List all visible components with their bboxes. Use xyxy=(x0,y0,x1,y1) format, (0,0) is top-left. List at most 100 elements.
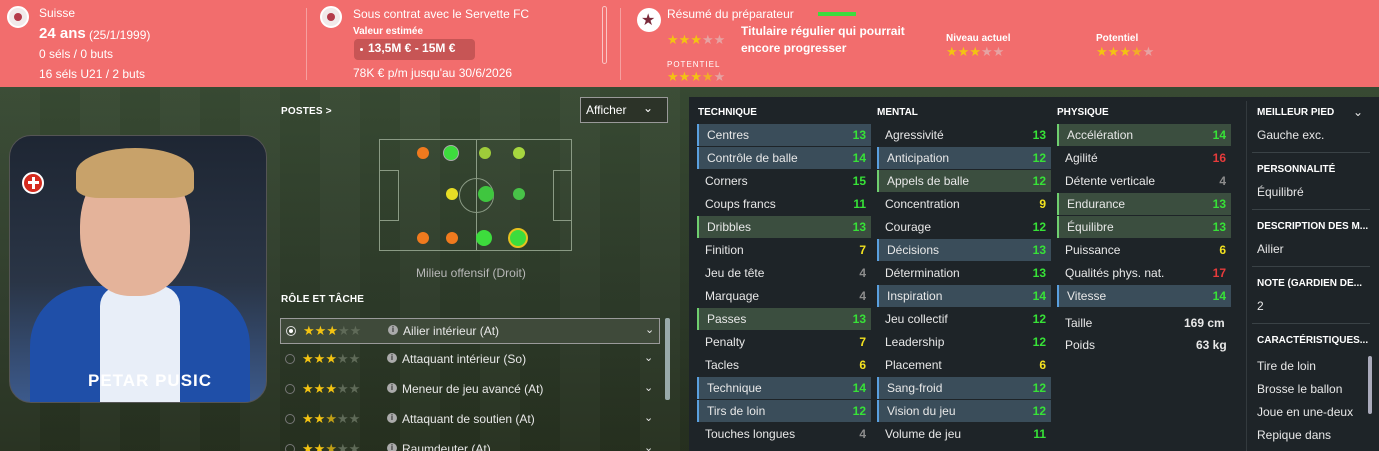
attribute-value: 4 xyxy=(859,427,866,441)
attribute-row[interactable]: Penalty 7 xyxy=(697,331,871,353)
info-icon[interactable]: i xyxy=(387,443,397,451)
chevron-down-icon[interactable]: ⌄ xyxy=(644,441,653,451)
club-crest-icon[interactable] xyxy=(320,6,342,28)
attribute-row[interactable]: Jeu collectif 12 xyxy=(877,308,1051,330)
selected-position-dot[interactable] xyxy=(508,228,528,248)
attribute-row[interactable]: Tirs de loin 12 xyxy=(697,400,871,422)
role-name: Attaquant intérieur (So) xyxy=(402,352,527,366)
position-dot[interactable] xyxy=(476,230,492,246)
radio-icon[interactable] xyxy=(285,414,295,424)
position-dot[interactable] xyxy=(513,147,525,159)
radio-icon[interactable] xyxy=(286,326,296,336)
chevron-down-icon[interactable]: ⌄ xyxy=(645,323,654,336)
role-item[interactable]: ★★★★★ i Meneur de jeu avancé (At) ⌄ xyxy=(280,377,660,403)
attribute-value: 12 xyxy=(1032,335,1046,349)
attribute-name: Anticipation xyxy=(887,151,950,165)
attribute-value: 6 xyxy=(1219,243,1226,257)
role-item[interactable]: ★★★★★ i Attaquant de soutien (At) ⌄ xyxy=(280,407,660,433)
attribute-row[interactable]: Technique 14 xyxy=(697,377,871,399)
info-icon[interactable]: i xyxy=(387,353,397,363)
attribute-name: Accélération xyxy=(1067,128,1134,142)
player-hair xyxy=(76,148,194,198)
display-dropdown[interactable]: Afficher ⌄ xyxy=(580,97,668,123)
attribute-row[interactable]: Concentration 9 xyxy=(877,193,1051,215)
star-empty-icon: ★ xyxy=(1142,44,1155,59)
radio-icon[interactable] xyxy=(285,384,295,394)
attribute-row[interactable]: Tacles 6 xyxy=(697,354,871,376)
attribute-value: 13 xyxy=(1032,266,1046,280)
attribute-row[interactable]: Finition 7 xyxy=(697,239,871,261)
role-item[interactable]: ★★★★★ i Ailier intérieur (At) ⌄ xyxy=(280,318,660,344)
attribute-row[interactable]: Leadership 12 xyxy=(877,331,1051,353)
attribute-row[interactable]: Appels de balle 12 xyxy=(877,170,1051,192)
info-separator xyxy=(1252,152,1370,153)
chevron-down-icon[interactable]: ⌄ xyxy=(644,381,653,394)
attribute-row[interactable]: Sang-froid 12 xyxy=(877,377,1051,399)
attribute-row[interactable]: Accélération 14 xyxy=(1057,124,1231,146)
info-icon[interactable]: i xyxy=(388,325,398,335)
header-scrollbar[interactable] xyxy=(602,6,607,64)
attribute-name: Jeu collectif xyxy=(885,312,948,326)
role-item[interactable]: ★★★★★ i Raumdeuter (At) ⌄ xyxy=(280,437,660,451)
attribute-row[interactable]: Volume de jeu 11 xyxy=(877,423,1051,445)
attribute-row[interactable]: Centres 13 xyxy=(697,124,871,146)
attribute-row[interactable]: Inspiration 14 xyxy=(877,285,1051,307)
attribute-row[interactable]: Dribbles 13 xyxy=(697,216,871,238)
attribute-row[interactable]: Marquage 4 xyxy=(697,285,871,307)
star-half-icon: ★ xyxy=(701,69,714,84)
attribute-row[interactable]: Jeu de tête 4 xyxy=(697,262,871,284)
position-dot[interactable] xyxy=(417,232,429,244)
position-dot[interactable] xyxy=(478,186,494,202)
chevron-down-icon[interactable]: ⌄ xyxy=(644,351,653,364)
role-item[interactable]: ★★★★★ i Attaquant intérieur (So) ⌄ xyxy=(280,347,660,373)
radio-icon[interactable] xyxy=(285,444,295,451)
position-pitch xyxy=(379,139,572,251)
positions-title[interactable]: POSTES > xyxy=(281,106,332,117)
attribute-row[interactable]: Vitesse 14 xyxy=(1057,285,1231,307)
player-age: 24 ans xyxy=(39,25,86,42)
info-icon[interactable]: i xyxy=(387,383,397,393)
attribute-value: 9 xyxy=(1039,197,1046,211)
attribute-row[interactable]: Détermination 13 xyxy=(877,262,1051,284)
attribute-row[interactable]: Équilibre 13 xyxy=(1057,216,1231,238)
position-dot[interactable] xyxy=(443,145,459,161)
contract-status[interactable]: Sous contrat avec le Servette FC xyxy=(353,6,529,22)
attribute-row[interactable]: Puissance 6 xyxy=(1057,239,1231,261)
player-header: Suisse 24 ans (25/1/1999) 0 séls / 0 but… xyxy=(0,0,1379,87)
traits-scrollbar[interactable] xyxy=(1368,356,1372,414)
star-full-icon: ★ xyxy=(302,351,314,366)
attribute-row[interactable]: Qualités phys. nat. 17 xyxy=(1057,262,1231,284)
attribute-row[interactable]: Placement 6 xyxy=(877,354,1051,376)
attribute-row[interactable]: Agressivité 13 xyxy=(877,124,1051,146)
radio-icon[interactable] xyxy=(285,354,295,364)
chevron-down-icon[interactable]: ⌄ xyxy=(1353,105,1363,119)
position-dot[interactable] xyxy=(513,188,525,200)
potential-stars: ★★★★★ xyxy=(1096,44,1154,60)
roles-scrollbar[interactable] xyxy=(665,318,670,400)
attribute-row[interactable]: Agilité 16 xyxy=(1057,147,1231,169)
attribute-row[interactable]: Touches longues 4 xyxy=(697,423,871,445)
attribute-row[interactable]: Anticipation 12 xyxy=(877,147,1051,169)
attribute-row[interactable]: Courage 12 xyxy=(877,216,1051,238)
attribute-row[interactable]: Passes 13 xyxy=(697,308,871,330)
attribute-row[interactable]: Coups francs 11 xyxy=(697,193,871,215)
traits-label: CARACTÉRISTIQUES... xyxy=(1257,335,1369,346)
attribute-row[interactable]: Décisions 13 xyxy=(877,239,1051,261)
scout-title[interactable]: Résumé du préparateur xyxy=(667,6,794,22)
attribute-row[interactable]: Corners 15 xyxy=(697,170,871,192)
chevron-down-icon[interactable]: ⌄ xyxy=(644,411,653,424)
attribute-row[interactable]: Contrôle de balle 14 xyxy=(697,147,871,169)
attribute-row[interactable]: Endurance 13 xyxy=(1057,193,1231,215)
attribute-value: 13 xyxy=(852,312,866,326)
position-dot[interactable] xyxy=(479,147,491,159)
position-dot[interactable] xyxy=(446,188,458,200)
attribute-row[interactable]: Vision du jeu 12 xyxy=(877,400,1051,422)
attribute-name: Appels de balle xyxy=(887,174,970,188)
wage-contract: 78K € p/m jusqu'au 30/6/2026 xyxy=(353,66,513,80)
attribute-row[interactable]: Détente verticale 4 xyxy=(1057,170,1231,192)
info-icon[interactable]: i xyxy=(387,413,397,423)
personality-label: PERSONNALITÉ xyxy=(1257,164,1336,175)
position-dot[interactable] xyxy=(417,147,429,159)
description-label: DESCRIPTION DES M... xyxy=(1257,221,1369,232)
position-dot[interactable] xyxy=(446,232,458,244)
